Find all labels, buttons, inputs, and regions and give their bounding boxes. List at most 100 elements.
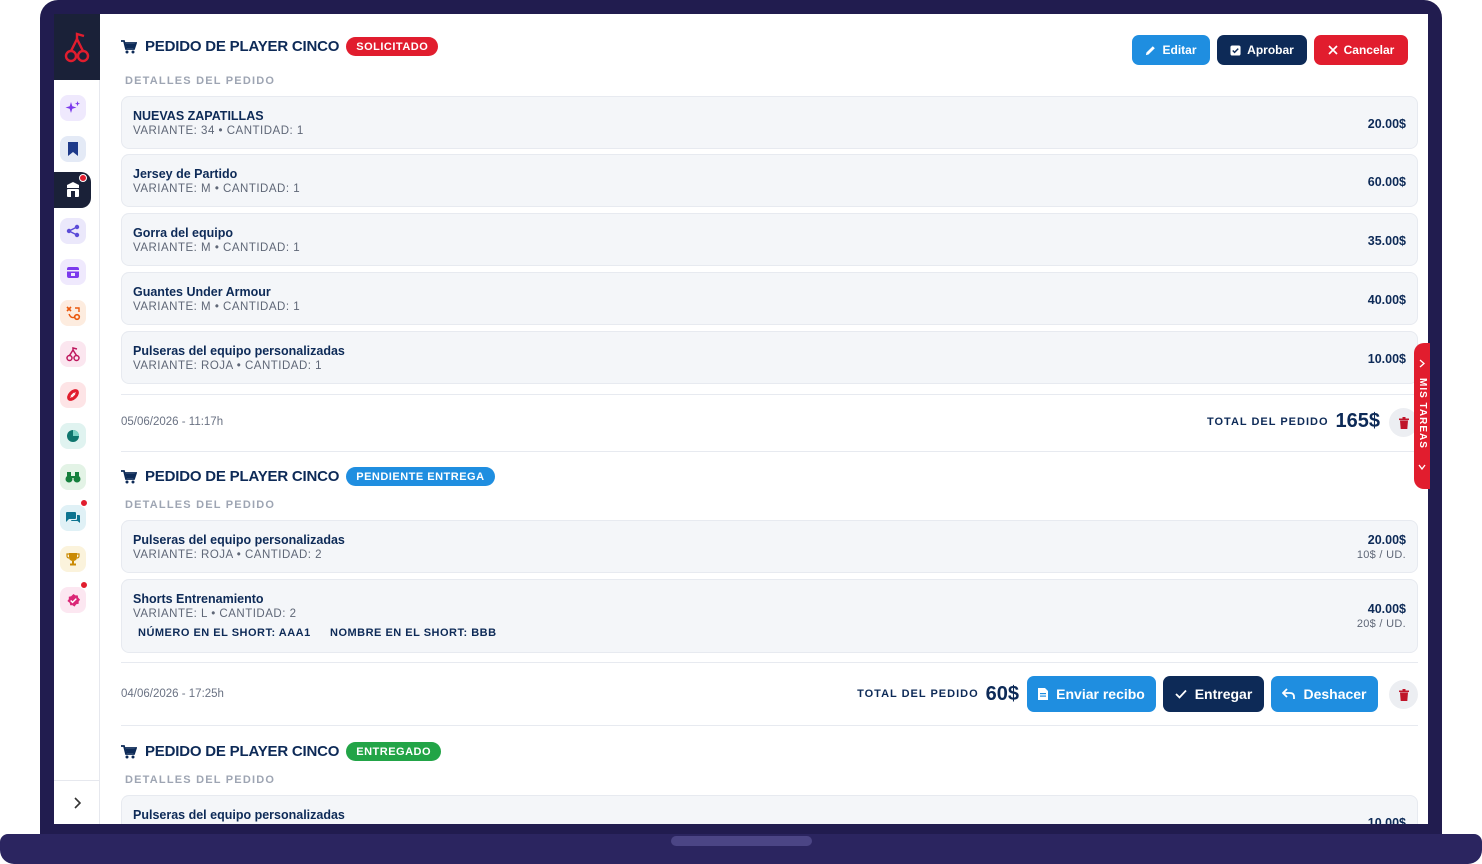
item-price: 40.00$ bbox=[1367, 602, 1406, 616]
item-variant: VARIANTE: ROJA • CANTIDAD: 2 bbox=[133, 549, 323, 561]
undo-button[interactable]: Deshacer bbox=[1271, 676, 1378, 712]
item-price: 10.00$ bbox=[1367, 352, 1406, 366]
football-icon bbox=[67, 389, 79, 401]
order-header: PEDIDO DE PLAYER CINCO SOLICITADO bbox=[121, 37, 439, 56]
order-header: PEDIDO DE PLAYER CINCO PENDIENTE ENTREGA bbox=[121, 467, 495, 486]
order-footer-actions: TOTAL DEL PEDIDO 60$ Enviar recibo Entre… bbox=[857, 676, 1378, 712]
item-unit-price: 10$ / UD. bbox=[1356, 549, 1406, 561]
orders-main: PEDIDO DE PLAYER CINCO SOLICITADO Editar… bbox=[121, 14, 1418, 824]
total-value: 60$ bbox=[985, 682, 1019, 705]
order-item: NUEVAS ZAPATILLAS VARIANTE: 34 • CANTIDA… bbox=[121, 96, 1418, 149]
item-price: 35.00$ bbox=[1367, 234, 1406, 248]
sparkles-icon bbox=[65, 101, 80, 113]
status-badge: PENDIENTE ENTREGA bbox=[346, 467, 495, 486]
tasks-tab-label: MIS TAREAS bbox=[1417, 378, 1428, 449]
item-custom-name: NOMBRE EN EL SHORT: BBB bbox=[330, 627, 497, 639]
item-variant: VARIANTE: M • CANTIDAD: 1 bbox=[133, 183, 301, 195]
cancel-button[interactable]: Cancelar bbox=[1314, 35, 1408, 65]
order-item: Pulseras del equipo personalizadas 10.00… bbox=[121, 795, 1418, 824]
order-item: Jersey de Partido VARIANTE: M • CANTIDAD… bbox=[121, 154, 1418, 207]
nav-item-team[interactable] bbox=[60, 341, 86, 367]
divider bbox=[121, 662, 1418, 663]
order-title: PEDIDO DE PLAYER CINCO bbox=[145, 38, 340, 55]
sidebar bbox=[54, 14, 100, 824]
undo-label: Deshacer bbox=[1303, 686, 1367, 702]
edit-button-label: Editar bbox=[1162, 43, 1197, 57]
item-name: Pulseras del equipo personalizadas bbox=[133, 808, 345, 822]
deliver-button[interactable]: Entregar bbox=[1163, 676, 1264, 712]
cancel-button-label: Cancelar bbox=[1343, 43, 1395, 57]
order-title: PEDIDO DE PLAYER CINCO bbox=[145, 743, 340, 760]
item-price: 20.00$ bbox=[1367, 117, 1406, 131]
nav-item-ai[interactable] bbox=[60, 95, 86, 121]
binoculars-icon bbox=[65, 472, 81, 483]
notification-dot bbox=[79, 174, 87, 182]
section-label: DETALLES DEL PEDIDO bbox=[125, 774, 276, 786]
deliver-label: Entregar bbox=[1194, 686, 1253, 702]
order-title: PEDIDO DE PLAYER CINCO bbox=[145, 468, 340, 485]
divider bbox=[121, 394, 1418, 395]
order-item: Pulseras del equipo personalizadas VARIA… bbox=[121, 331, 1418, 384]
app-logo[interactable] bbox=[54, 14, 100, 80]
badge-check-icon bbox=[66, 593, 80, 607]
item-variant: VARIANTE: M • CANTIDAD: 1 bbox=[133, 301, 301, 313]
order-item: Shorts Entrenamiento VARIANTE: L • CANTI… bbox=[121, 579, 1418, 653]
nav-item-stats[interactable] bbox=[60, 423, 86, 449]
item-custom-number: NÚMERO EN EL SHORT: AAA1 bbox=[138, 627, 311, 639]
nav-item-share[interactable] bbox=[60, 218, 86, 244]
chevron-right-icon bbox=[74, 796, 81, 809]
approve-button-label: Aprobar bbox=[1247, 43, 1294, 57]
shop-icon bbox=[66, 182, 79, 197]
nav-item-tactics[interactable] bbox=[60, 300, 86, 326]
edit-button[interactable]: Editar bbox=[1132, 35, 1210, 65]
chat-icon bbox=[66, 512, 80, 523]
item-name: NUEVAS ZAPATILLAS bbox=[133, 109, 264, 123]
order-header: PEDIDO DE PLAYER CINCO ENTREGADO bbox=[121, 742, 442, 761]
item-variant: VARIANTE: 34 • CANTIDAD: 1 bbox=[133, 125, 304, 137]
item-name: Pulseras del equipo personalizadas bbox=[133, 344, 345, 358]
pie-chart-icon bbox=[67, 430, 79, 442]
send-receipt-button[interactable]: Enviar recibo bbox=[1027, 676, 1156, 712]
status-badge: ENTREGADO bbox=[346, 742, 442, 761]
approve-button[interactable]: Aprobar bbox=[1217, 35, 1307, 65]
laptop-notch bbox=[671, 836, 812, 846]
check-icon bbox=[1175, 689, 1187, 699]
chevron-right-icon bbox=[1419, 359, 1425, 368]
cart-icon bbox=[121, 744, 137, 758]
item-name: Pulseras del equipo personalizadas bbox=[133, 533, 345, 547]
item-price: 60.00$ bbox=[1367, 175, 1406, 189]
nav-item-approvals[interactable] bbox=[60, 581, 88, 613]
checkbox-icon bbox=[1230, 44, 1241, 56]
section-label: DETALLES DEL PEDIDO bbox=[125, 75, 276, 87]
sidebar-expand-button[interactable] bbox=[54, 780, 100, 824]
team-logo-icon bbox=[66, 347, 80, 362]
cart-icon bbox=[121, 469, 137, 483]
nav-item-scouting[interactable] bbox=[60, 464, 86, 490]
item-price: 10.00$ bbox=[1367, 816, 1406, 824]
nav-item-trophies[interactable] bbox=[60, 546, 86, 572]
notification-dot bbox=[80, 499, 88, 507]
divider bbox=[121, 451, 1418, 452]
nav-item-shop[interactable] bbox=[54, 172, 91, 208]
order-item: Guantes Under Armour VARIANTE: M • CANTI… bbox=[121, 272, 1418, 325]
item-unit-price: 20$ / UD. bbox=[1356, 618, 1406, 630]
item-name: Gorra del equipo bbox=[133, 226, 234, 240]
trash-icon bbox=[1398, 416, 1409, 429]
nav-item-calendar[interactable] bbox=[60, 259, 86, 285]
trash-icon bbox=[1398, 688, 1409, 701]
item-variant: VARIANTE: ROJA • CANTIDAD: 1 bbox=[133, 360, 323, 372]
order-total: TOTAL DEL PEDIDO 165$ bbox=[1207, 410, 1380, 433]
total-label: TOTAL DEL PEDIDO bbox=[1206, 415, 1329, 428]
nav-item-bookmarks[interactable] bbox=[60, 136, 86, 162]
divider bbox=[121, 725, 1418, 726]
item-variant: VARIANTE: L • CANTIDAD: 2 bbox=[133, 608, 297, 620]
pencil-icon bbox=[1146, 45, 1156, 55]
app-logo-icon bbox=[64, 32, 90, 63]
nav-item-chat[interactable] bbox=[60, 499, 88, 531]
notification-dot bbox=[80, 581, 88, 589]
nav-item-matches[interactable] bbox=[60, 382, 86, 408]
total-label: TOTAL DEL PEDIDO bbox=[857, 688, 979, 700]
cart-icon bbox=[121, 39, 137, 53]
chevron-down-icon bbox=[1418, 464, 1426, 470]
delete-order-button[interactable] bbox=[1389, 680, 1418, 709]
